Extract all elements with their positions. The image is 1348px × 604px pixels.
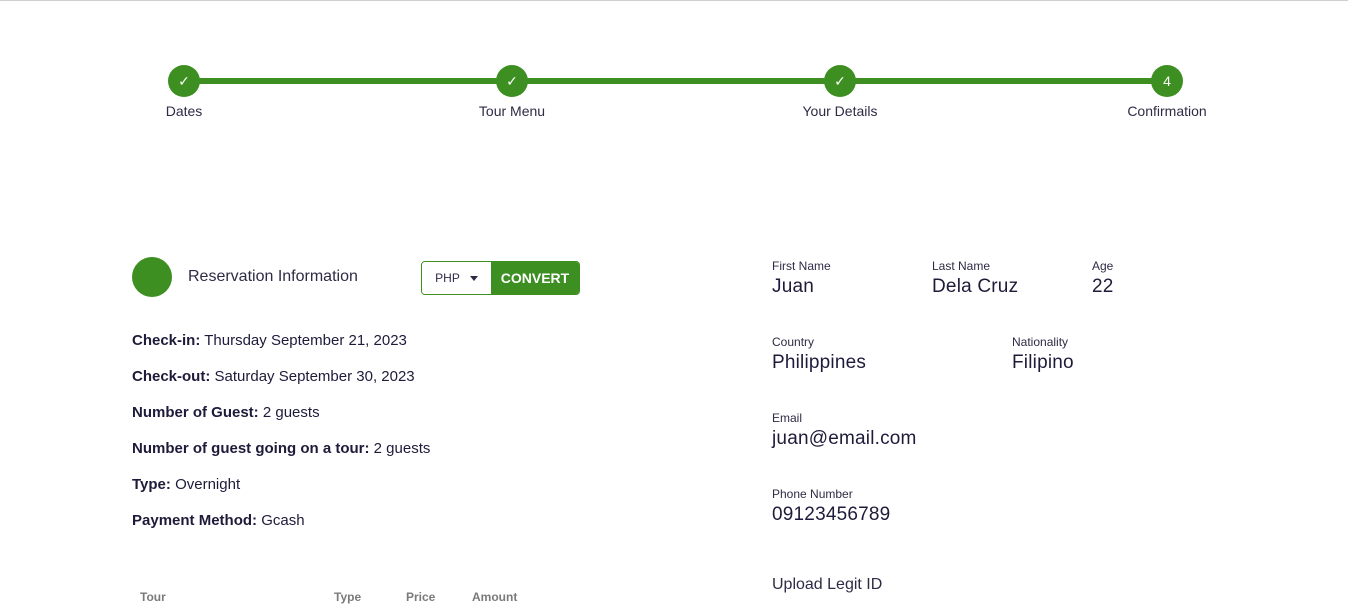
field-value: Juan: [772, 276, 815, 297]
detail-value: 2 guests: [262, 404, 320, 421]
detail-value: Saturday September 30, 2023: [214, 368, 415, 385]
detail-label: Check-out:: [132, 368, 211, 385]
field-value: Dela Cruz: [932, 276, 1019, 297]
reservation-title: Reservation Information: [188, 268, 358, 285]
upload-id-label: Upload Legit ID: [772, 576, 883, 593]
field-value: Philippines: [772, 352, 867, 373]
step-label: Tour Menu: [478, 103, 546, 119]
reservation-avatar: [132, 257, 172, 297]
currency-value: PHP: [435, 271, 460, 285]
detail-payment-method: Payment Method: Gcash: [132, 511, 430, 547]
field-label: Age: [1092, 259, 1114, 273]
field-value: Filipino: [1012, 352, 1074, 373]
step-number: 4: [1151, 65, 1183, 97]
column-header-price: Price: [406, 590, 436, 604]
column-header-amount: Amount: [472, 590, 518, 604]
reservation-header: Reservation Information: [132, 257, 358, 297]
convert-button[interactable]: CONVERT: [491, 262, 579, 294]
detail-label: Payment Method:: [132, 512, 258, 529]
field-label: Email: [772, 411, 803, 425]
detail-label: Number of guest going on a tour:: [132, 440, 370, 457]
step-your-details[interactable]: ✓ Your Details: [760, 65, 920, 119]
nationality-field: Nationality Filipino: [1012, 335, 1074, 374]
step-label: Your Details: [802, 103, 878, 119]
step-label: Confirmation: [1127, 103, 1207, 119]
field-value: 22: [1092, 276, 1114, 297]
field-label: Nationality: [1012, 335, 1069, 349]
field-label: First Name: [772, 259, 831, 273]
detail-value: Gcash: [261, 512, 305, 529]
step-check-icon: ✓: [496, 65, 528, 97]
field-label: Country: [772, 335, 815, 349]
step-confirmation[interactable]: 4 Confirmation: [1087, 65, 1247, 119]
first-name-field: First Name Juan: [772, 259, 831, 298]
detail-value: Thursday September 21, 2023: [204, 332, 407, 349]
detail-label: Check-in:: [132, 332, 201, 349]
field-label: Last Name: [932, 259, 991, 273]
column-header-tour: Tour: [140, 590, 166, 604]
detail-value: 2 guests: [373, 440, 431, 457]
step-dates[interactable]: ✓ Dates: [104, 65, 264, 119]
field-value: juan@email.com: [772, 428, 917, 449]
country-field: Country Philippines: [772, 335, 866, 374]
step-check-icon: ✓: [168, 65, 200, 97]
reservation-details: Check-in: Thursday September 21, 2023 Ch…: [132, 331, 430, 547]
detail-check-out: Check-out: Saturday September 30, 2023: [132, 367, 430, 403]
last-name-field: Last Name Dela Cruz: [932, 259, 1018, 298]
detail-check-in: Check-in: Thursday September 21, 2023: [132, 331, 430, 367]
detail-guest-count: Number of Guest: 2 guests: [132, 403, 430, 439]
detail-label: Number of Guest:: [132, 404, 259, 421]
currency-select[interactable]: PHP: [422, 262, 491, 294]
email-field: Email juan@email.com: [772, 411, 917, 450]
progress-stepper: ✓ Dates ✓ Tour Menu ✓ Your Details 4 Con…: [0, 0, 1348, 130]
step-check-icon: ✓: [824, 65, 856, 97]
step-tour-menu[interactable]: ✓ Tour Menu: [432, 65, 592, 119]
caret-down-icon: [469, 275, 478, 281]
stepper-track: [184, 78, 1167, 84]
field-label: Phone Number: [772, 487, 853, 501]
detail-value: Overnight: [175, 476, 241, 493]
detail-type: Type: Overnight: [132, 475, 430, 511]
currency-converter: PHP CONVERT: [421, 261, 580, 295]
phone-field: Phone Number 09123456789: [772, 487, 890, 526]
detail-label: Type:: [132, 476, 171, 493]
step-label: Dates: [165, 103, 203, 119]
column-header-type: Type: [334, 590, 362, 604]
detail-tour-guest-count: Number of guest going on a tour: 2 guest…: [132, 439, 430, 475]
age-field: Age 22: [1092, 259, 1114, 298]
field-value: 09123456789: [772, 504, 891, 525]
